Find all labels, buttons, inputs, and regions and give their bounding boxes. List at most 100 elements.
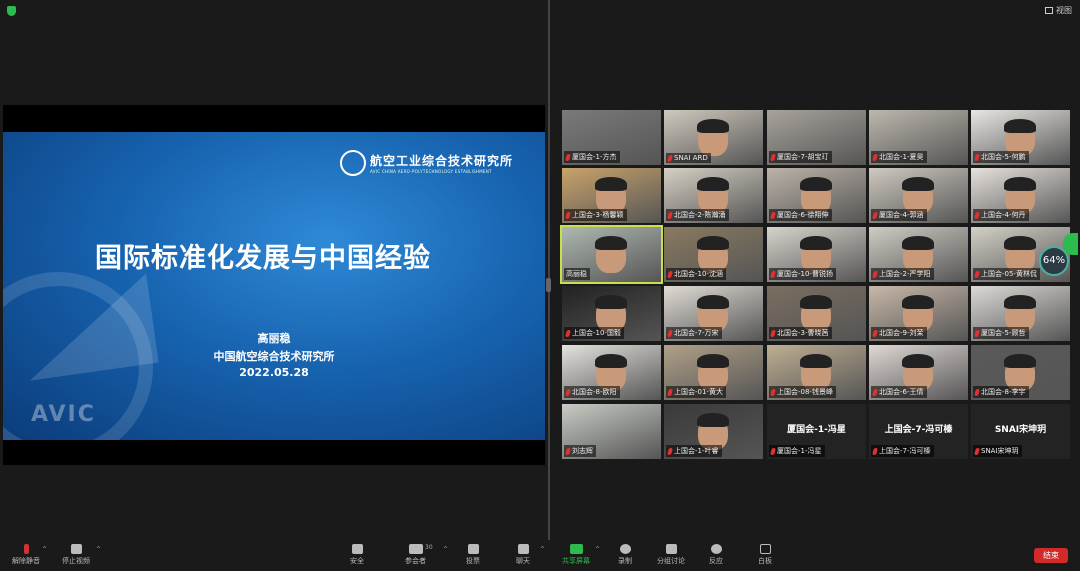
participants-caret[interactable]: ^ — [443, 546, 448, 553]
stats-toggle[interactable] — [1063, 233, 1078, 255]
participant-tile[interactable]: 厦国会-1-冯星 厦国会-1-冯星 — [767, 404, 866, 459]
participant-tile[interactable]: SNAI宋坤玥 SNAI宋坤玥 — [971, 404, 1070, 459]
whiteboard-icon — [759, 544, 771, 554]
share-caret[interactable]: ^ — [595, 546, 600, 553]
participant-tile[interactable]: 上国会-2-严学阳 — [869, 227, 968, 282]
participant-tile[interactable]: 刘志辉 — [562, 404, 661, 459]
presentation-slide: AVIC 航空工业综合技术研究所 AVIC CHINA AERO-POLYTECH… — [3, 132, 545, 440]
participant-display-name: 上国会-7-冯可榛 — [884, 425, 953, 435]
participant-tile[interactable]: 北国会-3-曹晓茜 — [767, 286, 866, 341]
participant-tile[interactable]: 北国会-2-陈瀚涌 — [664, 168, 763, 223]
participant-tile[interactable]: 北国会-9-刘茉 — [869, 286, 968, 341]
reactions-button[interactable]: 反应 — [709, 544, 723, 566]
muted-mic-icon — [667, 329, 673, 337]
muted-mic-icon — [770, 329, 776, 337]
participant-name-label: 上国会-7-冯可榛 — [871, 445, 934, 457]
participant-tile[interactable]: 北国会-8-欧阳 — [562, 345, 661, 400]
share-screen-button[interactable]: 共享屏幕 — [562, 544, 590, 566]
muted-mic-icon — [23, 544, 29, 554]
security-button[interactable]: 安全 — [350, 544, 364, 566]
participant-tile[interactable]: 北国会-1-夏昊 — [869, 110, 968, 165]
chat-bubble-icon — [517, 544, 529, 554]
muted-mic-icon — [770, 211, 776, 219]
participant-display-name: SNAI宋坤玥 — [994, 425, 1047, 435]
participant-tile[interactable]: 上国会-7-冯可榛 上国会-7-冯可榛 — [869, 404, 968, 459]
participant-name: 上国会-01-黄大 — [674, 388, 723, 396]
muted-mic-icon — [872, 270, 878, 278]
participant-name-label: 上国会-05-黄林侃 — [973, 268, 1040, 280]
muted-mic-icon — [565, 211, 571, 219]
participant-name: 上国会-3-杨馨颖 — [572, 211, 624, 219]
participant-name: 上国会-2-严学阳 — [879, 270, 931, 278]
participant-name-label: 北国会-3-曹晓茜 — [769, 327, 832, 339]
participant-tile[interactable]: 上国会-10-国毅 — [562, 286, 661, 341]
unmute-button[interactable]: 解除静音 — [12, 544, 40, 566]
participant-tile[interactable]: 厦国会-5-顾哲 — [971, 286, 1070, 341]
share-arrow-icon — [569, 544, 583, 554]
participant-video-hair — [697, 295, 729, 309]
shared-screen: AVIC 航空工业综合技术研究所 AVIC CHINA AERO-POLYTECH… — [3, 105, 545, 465]
participant-video-hair — [697, 236, 729, 250]
whiteboard-button[interactable]: 白板 — [758, 544, 772, 566]
muted-mic-icon — [872, 447, 878, 455]
participant-name-label: 北国会-10-沈涵 — [666, 268, 726, 280]
participant-tile[interactable]: 上国会-01-黄大 — [664, 345, 763, 400]
muted-mic-icon — [565, 153, 571, 161]
record-button[interactable]: 录制 — [618, 544, 632, 566]
participant-video-hair — [902, 354, 934, 368]
participant-tile[interactable]: 北国会-6-王倩 — [869, 345, 968, 400]
participant-name-label: 刘志辉 — [564, 445, 596, 457]
participant-name-label: SNAI宋坤玥 — [973, 445, 1022, 457]
participant-tile[interactable]: 高丽稳 — [560, 225, 663, 284]
participant-name-label: 厦国会-1-方杰 — [564, 151, 620, 163]
people-icon — [408, 544, 423, 554]
grid-view-icon — [1045, 7, 1053, 14]
muted-mic-icon — [974, 388, 980, 396]
participant-video-hair — [1004, 354, 1036, 368]
participant-name: 上国会-08-钱景峰 — [777, 388, 833, 396]
participant-name: 北国会-8-欧阳 — [572, 388, 617, 396]
end-meeting-button[interactable]: 结束 — [1034, 548, 1068, 563]
participant-name: 高丽稳 — [566, 270, 587, 278]
participant-tile[interactable]: 厦国会-1-方杰 — [562, 110, 661, 165]
muted-mic-icon — [565, 329, 571, 337]
slide-title: 国际标准化发展与中国经验 — [95, 243, 431, 274]
split-divider[interactable] — [548, 0, 550, 540]
participant-tile[interactable]: 上国会-3-杨馨颖 — [562, 168, 661, 223]
participant-name-label: 上国会-3-杨馨颖 — [564, 209, 627, 221]
muted-mic-icon — [872, 388, 878, 396]
participant-name-label: 厦国会-4-郭涵 — [871, 209, 927, 221]
participant-name: 厦国会-1-方杰 — [572, 153, 617, 161]
participant-tile[interactable]: 厦国会-10-曹锐扬 — [767, 227, 866, 282]
participant-tile[interactable]: 厦国会-6-徐翔伸 — [767, 168, 866, 223]
participant-tile[interactable]: 北国会-8-李宇 — [971, 345, 1070, 400]
participant-video-hair — [800, 354, 832, 368]
muted-mic-icon — [667, 154, 673, 162]
video-camera-icon — [70, 544, 82, 554]
chat-button[interactable]: 聊天 — [516, 544, 530, 566]
audio-options-caret[interactable]: ^ — [42, 546, 47, 553]
security-shield-icon[interactable] — [7, 6, 16, 16]
participant-name-label: 厦国会-5-顾哲 — [973, 327, 1029, 339]
participant-tile[interactable]: 上国会-1-叶睿 — [664, 404, 763, 459]
participant-tile[interactable]: 上国会-08-钱景峰 — [767, 345, 866, 400]
muted-mic-icon — [974, 153, 980, 161]
video-options-caret[interactable]: ^ — [96, 546, 101, 553]
participant-name-label: 北国会-5-何鹏 — [973, 151, 1029, 163]
participant-name: 上国会-10-国毅 — [572, 329, 621, 337]
chat-caret[interactable]: ^ — [540, 546, 545, 553]
participants-button[interactable]: 参会者 — [405, 544, 426, 566]
participant-name-label: 上国会-01-黄大 — [666, 386, 726, 398]
participant-tile[interactable]: 北国会-10-沈涵 — [664, 227, 763, 282]
split-handle[interactable] — [546, 278, 551, 292]
breakout-rooms-button[interactable]: 分组讨论 — [657, 544, 685, 566]
participant-tile[interactable]: 北国会-5-何鹏 — [971, 110, 1070, 165]
participant-tile[interactable]: 厦国会-7-胡宝玎 — [767, 110, 866, 165]
stop-video-button[interactable]: 停止视频 — [62, 544, 90, 566]
polls-button[interactable]: 投票 — [466, 544, 480, 566]
participant-tile[interactable]: 上国会-4-何丹 — [971, 168, 1070, 223]
view-button[interactable]: 视图 — [1045, 5, 1072, 16]
participant-tile[interactable]: SNAI ARD — [664, 110, 763, 165]
participant-tile[interactable]: 北国会-7-万宋 — [664, 286, 763, 341]
participant-tile[interactable]: 厦国会-4-郭涵 — [869, 168, 968, 223]
